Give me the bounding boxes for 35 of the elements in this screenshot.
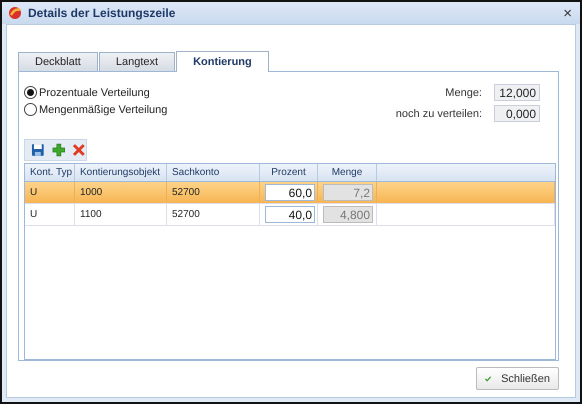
field-label: noch zu verteilen: xyxy=(396,108,482,120)
column-header[interactable]: Kontierungsobjekt xyxy=(75,164,167,181)
radio-label: Mengenmäßige Verteilung xyxy=(39,104,168,116)
table-cell: 1100 xyxy=(80,209,102,220)
quantity-field: 7,2 xyxy=(323,184,373,201)
delete-icon[interactable] xyxy=(72,143,86,157)
table-cell: U xyxy=(30,209,38,220)
app-logo-icon xyxy=(8,6,22,20)
table-row[interactable]: U 1100 52700 40,0 4,800 xyxy=(25,204,555,226)
quantity-field: 4,800 xyxy=(323,206,373,223)
table-cell: 52700 xyxy=(172,209,200,220)
radio-label: Prozentuale Verteilung xyxy=(39,86,150,98)
column-header[interactable]: Kont. Typ xyxy=(25,164,75,181)
add-icon[interactable] xyxy=(52,143,66,157)
table-cell: U xyxy=(30,187,38,198)
readonly-field: 12,000 xyxy=(494,84,540,101)
table-row[interactable]: U 1000 52700 60,0 7,2 xyxy=(25,182,555,204)
window-title: Details der Leistungszeile xyxy=(28,6,176,20)
tab[interactable]: Langtext xyxy=(98,52,176,71)
radio-button[interactable] xyxy=(24,103,37,116)
column-header[interactable]: Menge xyxy=(318,164,377,181)
field-label: Menge: xyxy=(445,86,482,98)
table-cell: 52700 xyxy=(172,187,200,198)
table-cell: 1000 xyxy=(80,187,102,198)
percent-field[interactable]: 60,0 xyxy=(265,184,315,201)
save-icon[interactable] xyxy=(31,143,45,157)
tab[interactable]: Deckblatt xyxy=(18,52,98,71)
column-header[interactable]: Prozent xyxy=(260,164,318,181)
radio-button[interactable] xyxy=(24,86,37,99)
close-button[interactable]: Schließen xyxy=(476,367,559,390)
close-button[interactable]: × xyxy=(563,4,572,22)
column-header[interactable]: Sachkonto xyxy=(167,164,260,181)
tab[interactable]: Kontierung xyxy=(176,51,269,72)
percent-field[interactable]: 40,0 xyxy=(265,206,315,223)
readonly-field: 0,000 xyxy=(494,105,540,122)
